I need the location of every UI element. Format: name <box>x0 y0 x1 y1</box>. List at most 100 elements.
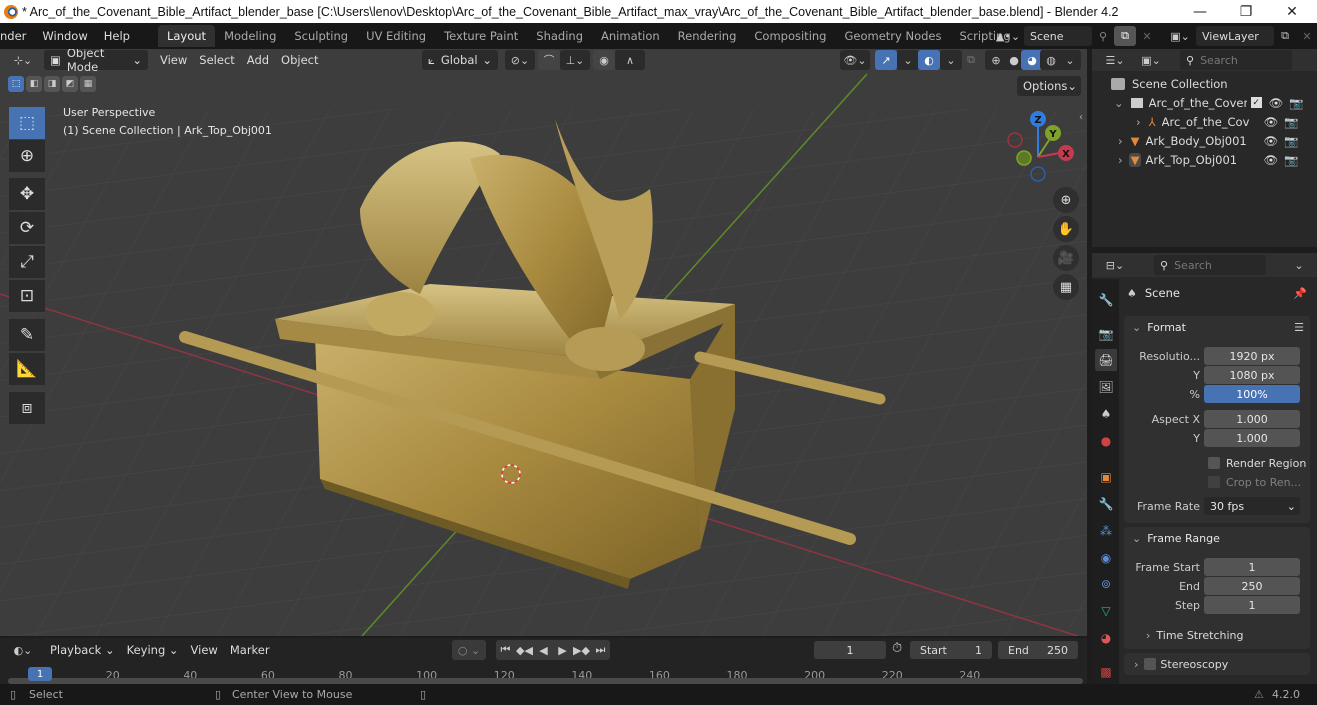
viewlayer-icon[interactable]: ▣⌄ <box>1164 26 1196 46</box>
annotate-tool[interactable]: ✎ <box>9 319 45 351</box>
select-invert-icon[interactable]: ◩ <box>62 76 78 92</box>
pin-icon[interactable]: 📌 <box>1293 287 1307 300</box>
jump-start-icon[interactable]: ⏮ <box>496 640 515 660</box>
tab-uv-editing[interactable]: UV Editing <box>357 25 435 47</box>
outliner-item-ark-body[interactable]: › ▼ Ark_Body_Obj001 👁 📷 <box>1092 131 1317 150</box>
timeline-editor-type-icon[interactable]: ◐⌄ <box>8 640 38 660</box>
texture-tab[interactable]: ▩ <box>1095 661 1117 683</box>
eye-icon[interactable]: 👁 <box>1263 134 1278 148</box>
outliner-search-input[interactable]: ⚲ Search <box>1180 50 1292 70</box>
scene-icon[interactable]: ▲•⌄ <box>992 26 1024 46</box>
proportional-editing-icon[interactable]: ◉ <box>593 50 615 70</box>
snap-target-icon[interactable]: ⊥⌄ <box>560 50 590 70</box>
measure-tool[interactable]: 📐 <box>9 353 45 385</box>
select-new-icon[interactable]: ⬚ <box>8 76 24 92</box>
gizmo-neg-y[interactable] <box>1016 150 1032 166</box>
zoom-view-button[interactable]: ⊕ <box>1053 187 1079 213</box>
render-tab[interactable]: 📷 <box>1095 323 1117 345</box>
material-tab[interactable]: ◕ <box>1095 627 1117 649</box>
current-frame-field[interactable]: 1 <box>814 641 886 659</box>
shading-dropdown-icon[interactable]: ⌄ <box>1059 50 1081 70</box>
gizmo-toggle-icon[interactable]: ↗ <box>875 50 897 70</box>
tab-animation[interactable]: Animation <box>592 25 669 47</box>
world-tab[interactable]: ● <box>1095 430 1117 452</box>
filter-icon[interactable]: ▣⌄ <box>1136 50 1166 70</box>
toggle-perspective-button[interactable]: ▦ <box>1053 274 1079 300</box>
chevron-right-icon[interactable]: › <box>1118 134 1123 148</box>
3d-viewport[interactable]: ⊹⌄ ▣ Object Mode ⌄ View Select Add Objec… <box>0 49 1087 636</box>
pan-view-button[interactable]: ✋ <box>1053 216 1079 242</box>
crop-checkbox[interactable]: Crop to Ren... <box>1208 473 1301 491</box>
select-subtract-icon[interactable]: ◨ <box>44 76 60 92</box>
camera-icon[interactable]: 📷 <box>1289 96 1303 110</box>
gizmo-dropdown-icon[interactable]: ⌄ <box>897 50 919 70</box>
checkbox[interactable] <box>1208 476 1220 488</box>
end-frame-field[interactable]: End 250 <box>998 641 1078 659</box>
display-mode-icon[interactable]: ☰⌄ <box>1100 50 1130 70</box>
camera-view-button[interactable]: 🎥 <box>1053 245 1079 271</box>
aspect-x-field[interactable]: 1.000 <box>1204 410 1300 428</box>
format-panel-header[interactable]: ⌄ Format ☰ <box>1132 321 1304 334</box>
scale-tool[interactable]: ⤢ <box>9 246 45 278</box>
menu-render[interactable]: nder <box>0 29 34 43</box>
outliner-item-ark-top[interactable]: › ▼ Ark_Top_Obj001 👁 📷 <box>1092 150 1317 169</box>
cursor-tool[interactable]: ⊕ <box>9 140 45 172</box>
camera-icon[interactable]: 📷 <box>1284 115 1298 129</box>
stereoscopy-panel[interactable]: › Stereoscopy <box>1124 653 1310 675</box>
chevron-right-icon[interactable]: › <box>1136 115 1141 129</box>
resolution-percent-field[interactable]: 100% <box>1204 385 1300 403</box>
navigation-gizmo[interactable]: Z Y X <box>995 107 1085 187</box>
camera-icon[interactable]: 📷 <box>1284 134 1298 148</box>
menu-window[interactable]: Window <box>34 29 95 43</box>
overlay-dropdown-icon[interactable]: ⌄ <box>940 50 962 70</box>
properties-options-icon[interactable]: ⌄ <box>1288 255 1310 275</box>
constraints-tab[interactable]: ⊚ <box>1095 573 1117 595</box>
next-keyframe-icon[interactable]: ▶◆ <box>572 640 591 660</box>
xray-toggle-icon[interactable]: ⧉ <box>960 50 982 70</box>
frame-end-field[interactable]: 250 <box>1204 577 1300 595</box>
overlay-toggle-icon[interactable]: ◐ <box>918 50 940 70</box>
menu-help[interactable]: Help <box>96 29 138 43</box>
viewport-menu-view[interactable]: View <box>154 50 193 70</box>
physics-tab[interactable]: ◉ <box>1095 547 1117 569</box>
time-stretching-subpanel[interactable]: › Time Stretching <box>1146 626 1244 644</box>
transform-tool[interactable]: ⊡ <box>9 280 45 312</box>
scene-tab[interactable]: ♠ <box>1095 403 1117 425</box>
close-button[interactable]: ✕ <box>1269 0 1315 23</box>
jump-end-icon[interactable]: ⏭ <box>591 640 610 660</box>
frame-start-field[interactable]: 1 <box>1204 558 1300 576</box>
checkbox[interactable] <box>1208 457 1220 469</box>
tab-geometry-nodes[interactable]: Geometry Nodes <box>835 25 950 47</box>
auto-keying-icon[interactable]: ○ ⌄ <box>452 640 486 660</box>
object-tab[interactable]: ▣ <box>1095 466 1117 488</box>
output-tab[interactable]: 🖨 <box>1095 349 1117 371</box>
resolution-x-field[interactable]: 1920 px <box>1204 347 1300 365</box>
tab-rendering[interactable]: Rendering <box>669 25 746 47</box>
maximize-button[interactable]: ❐ <box>1223 0 1269 23</box>
modifiers-tab[interactable]: 🔧 <box>1095 493 1117 515</box>
stopwatch-icon[interactable]: ⏱ <box>892 641 902 656</box>
options-dropdown[interactable]: Options ⌄ <box>1017 76 1081 96</box>
prev-keyframe-icon[interactable]: ◆◀ <box>515 640 534 660</box>
select-intersect-icon[interactable]: ▦ <box>80 76 96 92</box>
new-viewlayer-icon[interactable]: ⧉ <box>1274 26 1296 46</box>
stereoscopy-checkbox[interactable] <box>1144 658 1157 670</box>
tab-texture-paint[interactable]: Texture Paint <box>435 25 527 47</box>
eye-icon[interactable]: 👁 <box>1269 96 1284 110</box>
frame-range-header[interactable]: ⌄ Frame Range <box>1132 532 1220 545</box>
outliner-item-collection[interactable]: ⌄ Arc_of_the_Covena ✓ 👁 📷 <box>1092 93 1317 112</box>
eye-icon[interactable]: 👁 <box>1264 115 1279 129</box>
minimize-button[interactable]: — <box>1177 0 1223 23</box>
gizmo-neg-z[interactable] <box>1030 166 1046 182</box>
move-tool[interactable]: ✥ <box>9 178 45 210</box>
camera-icon[interactable]: 📷 <box>1284 153 1298 167</box>
pivot-point-icon[interactable]: ⊘⌄ <box>505 50 535 70</box>
frame-step-field[interactable]: 1 <box>1204 596 1300 614</box>
falloff-icon[interactable]: ∧ <box>615 50 645 70</box>
viewport-menu-add[interactable]: Add <box>241 50 275 70</box>
playback-menu[interactable]: Playback ⌄ <box>44 640 121 660</box>
viewport-menu-select[interactable]: Select <box>193 50 240 70</box>
visibility-icon[interactable]: 👁⌄ <box>840 50 870 70</box>
select-box-tool[interactable]: ⬚ <box>9 107 45 139</box>
tab-layout[interactable]: Layout <box>157 25 216 47</box>
